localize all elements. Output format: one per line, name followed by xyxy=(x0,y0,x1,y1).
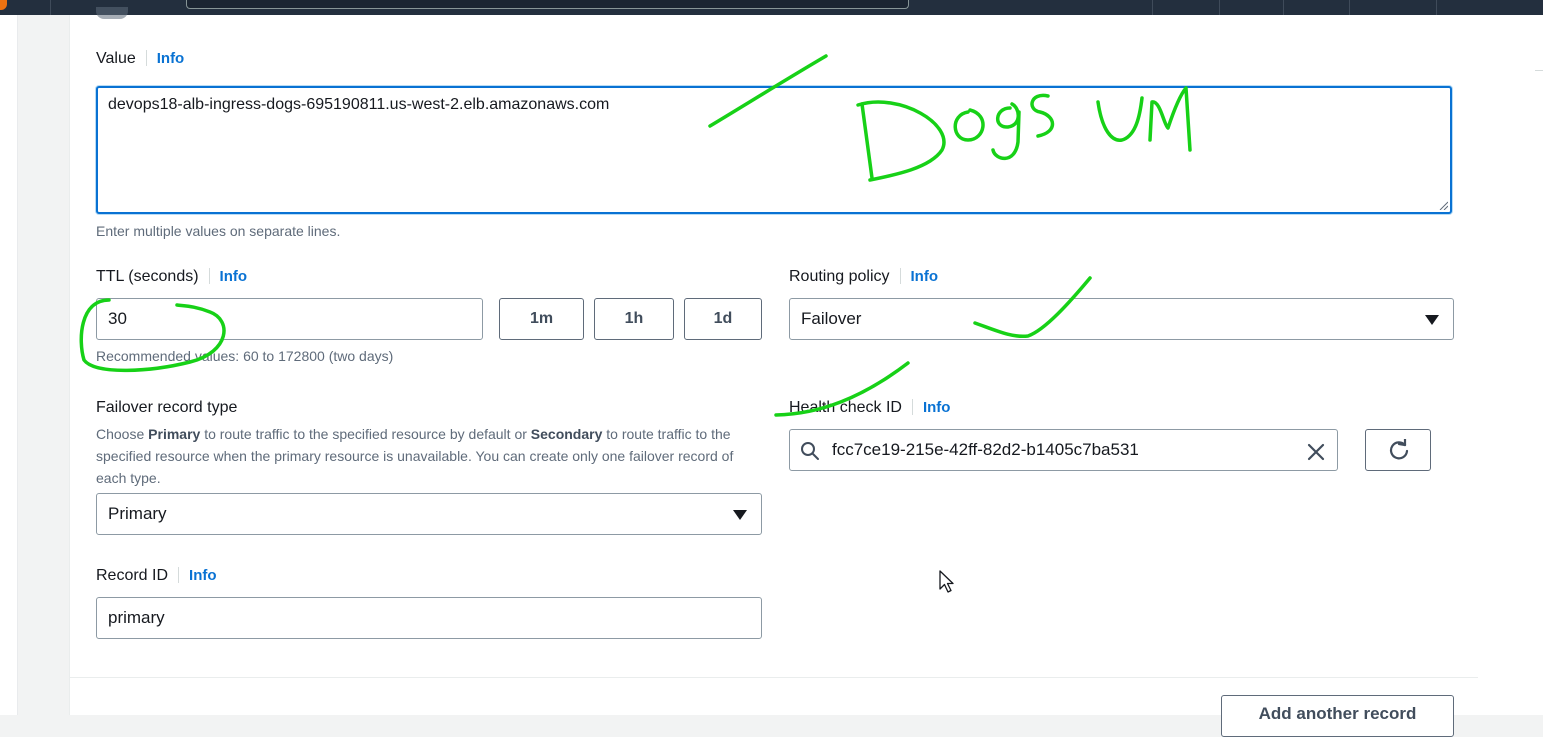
topbar-divider xyxy=(50,0,51,15)
caret-down-icon xyxy=(1425,315,1439,325)
failover-record-type-label: Failover record type xyxy=(96,399,238,416)
ttl-1h-button[interactable]: 1h xyxy=(594,298,674,340)
record-id-input[interactable]: primary xyxy=(96,597,762,639)
console-top-bar xyxy=(0,0,1543,15)
topbar-divider xyxy=(1219,0,1220,15)
right-gutter xyxy=(1478,15,1543,715)
ttl-label: TTL (seconds) xyxy=(96,268,199,285)
health-check-label-row: Health check ID Info xyxy=(789,399,950,417)
ttl-value: 30 xyxy=(108,309,127,328)
value-info-link[interactable]: Info xyxy=(157,50,185,67)
topbar-divider xyxy=(1283,0,1284,15)
left-gutter xyxy=(0,15,18,715)
value-text: devops18-alb-ingress-dogs-695190811.us-w… xyxy=(108,96,610,113)
topbar-divider xyxy=(1436,0,1437,15)
routing-policy-select[interactable]: Failover xyxy=(789,298,1454,340)
global-search-input[interactable] xyxy=(186,0,909,9)
caret-down-icon xyxy=(733,510,747,520)
record-id-value: primary xyxy=(108,608,165,627)
close-icon[interactable] xyxy=(1305,441,1327,463)
failover-record-type-description: Choose Primary to route traffic to the s… xyxy=(96,426,734,486)
record-id-label-row: Record ID Info xyxy=(96,567,217,585)
toggle-switch[interactable] xyxy=(96,7,128,19)
mouse-pointer-icon xyxy=(939,570,954,593)
health-check-value: fcc7ce19-215e-42ff-82d2-b1405c7ba531 xyxy=(832,440,1139,459)
refresh-icon xyxy=(1389,439,1409,460)
failover-record-type-select[interactable]: Primary xyxy=(96,493,762,535)
section-divider xyxy=(69,677,1478,678)
refresh-button[interactable] xyxy=(1365,429,1431,471)
value-label-row: Value Info xyxy=(96,50,184,68)
add-another-record-button[interactable]: Add another record xyxy=(1221,695,1454,737)
ttl-hint: Recommended values: 60 to 172800 (two da… xyxy=(96,348,394,364)
resize-handle-icon[interactable] xyxy=(1438,200,1448,210)
aws-logo-icon[interactable] xyxy=(0,0,7,10)
health-check-info-link[interactable]: Info xyxy=(923,399,951,416)
value-textarea[interactable]: devops18-alb-ingress-dogs-695190811.us-w… xyxy=(96,86,1452,214)
topbar-divider xyxy=(1152,0,1153,15)
routing-policy-label-row: Routing policy Info xyxy=(789,268,938,286)
record-id-label: Record ID xyxy=(96,567,169,584)
ttl-input[interactable]: 30 xyxy=(96,298,483,340)
health-check-input[interactable]: fcc7ce19-215e-42ff-82d2-b1405c7ba531 xyxy=(789,429,1338,471)
ttl-info-link[interactable]: Info xyxy=(220,268,248,285)
value-label: Value xyxy=(96,50,136,67)
failover-record-type-value: Primary xyxy=(108,504,167,523)
record-id-info-link[interactable]: Info xyxy=(189,567,217,584)
topbar-divider xyxy=(1349,0,1350,15)
routing-policy-label: Routing policy xyxy=(789,268,890,285)
value-hint: Enter multiple values on separate lines. xyxy=(96,223,341,239)
ttl-1d-button[interactable]: 1d xyxy=(684,298,762,340)
routing-policy-value: Failover xyxy=(801,309,862,328)
search-icon xyxy=(801,442,819,460)
health-check-label: Health check ID xyxy=(789,399,902,416)
routing-policy-info-link[interactable]: Info xyxy=(911,268,939,285)
ttl-1m-button[interactable]: 1m xyxy=(499,298,584,340)
ttl-label-row: TTL (seconds) Info xyxy=(96,268,247,286)
